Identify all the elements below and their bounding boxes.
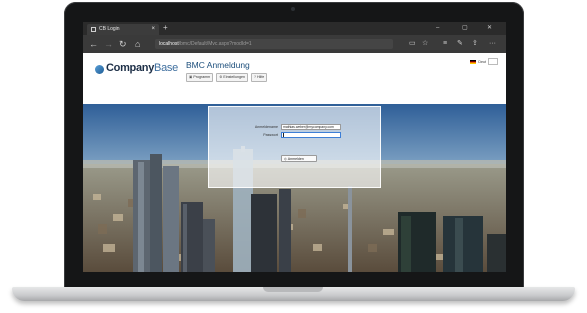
menu-help-button[interactable]: ?Hilfe [251,73,268,82]
back-arrow-icon[interactable]: ← [89,35,98,53]
browser-tab-strip: CB Login × + – ▢ ✕ [83,22,506,35]
menu-program-button[interactable]: ▣Programm [186,73,214,82]
new-tab-icon[interactable]: + [163,22,168,34]
language-label: Deut [478,59,486,64]
page-favicon-icon [91,27,96,32]
password-field[interactable] [281,132,341,138]
laptop-notch [263,287,323,292]
url-path: /bmc/Default/Mvc.aspx?modId=1 [178,41,252,47]
language-dropdown[interactable] [488,58,498,65]
reading-view-icon[interactable]: ▭ [409,35,416,53]
language-selector[interactable]: Deut [470,58,498,65]
text-cursor [283,133,284,137]
tab-title: CB Login [99,26,120,32]
laptop-base [12,287,575,301]
password-label: Passwort [263,133,278,137]
browser-tab[interactable]: CB Login × [87,24,159,35]
home-icon[interactable]: ⌂ [135,35,140,53]
login-button[interactable]: ⎆ Anmelden [281,155,317,162]
close-window-icon[interactable]: ✕ [487,22,492,34]
laptop-screen: CB Login × + – ▢ ✕ ← → ↻ ⌂ localhost/bmc… [83,22,506,272]
refresh-icon[interactable]: ↻ [119,35,127,53]
main-menu: ▣Programm ⚙Einstellungen ?Hilfe [186,73,268,82]
logo-mark-icon [95,65,104,74]
more-icon[interactable]: ··· [489,35,496,53]
forward-arrow-icon[interactable]: → [104,35,113,53]
program-icon: ▣ [189,75,193,79]
logo-wordmark: CompanyBase [106,62,178,74]
url-host: localhost [159,41,179,47]
help-icon: ? [254,75,257,79]
menu-settings-button[interactable]: ⚙Einstellungen [216,73,249,82]
tab-close-icon[interactable]: × [151,24,155,35]
username-label: Anmeldename [254,125,278,129]
hub-icon[interactable]: ≡ [443,35,447,53]
username-field[interactable]: mathias.weber@mycompany.com [281,124,341,130]
login-dialog: Anmeldename mathias.weber@mycompany.com … [208,106,381,188]
address-bar[interactable]: localhost/bmc/Default/Mvc.aspx?modId=1 [155,39,393,49]
settings-icon: ⚙ [219,75,223,79]
germany-flag-icon [470,59,477,64]
page-title: BMC Anmeldung [186,60,250,70]
maximize-icon[interactable]: ▢ [462,22,468,34]
webcam [291,7,295,11]
browser-toolbar: ← → ↻ ⌂ localhost/bmc/Default/Mvc.aspx?m… [83,35,506,53]
app-header: CompanyBase BMC Anmeldung ▣Programm ⚙Ein… [83,53,506,105]
share-icon[interactable]: ⇪ [472,35,478,53]
notes-icon[interactable]: ✎ [457,35,463,53]
minimize-icon[interactable]: – [436,22,439,34]
favorite-star-icon[interactable]: ☆ [422,35,428,53]
